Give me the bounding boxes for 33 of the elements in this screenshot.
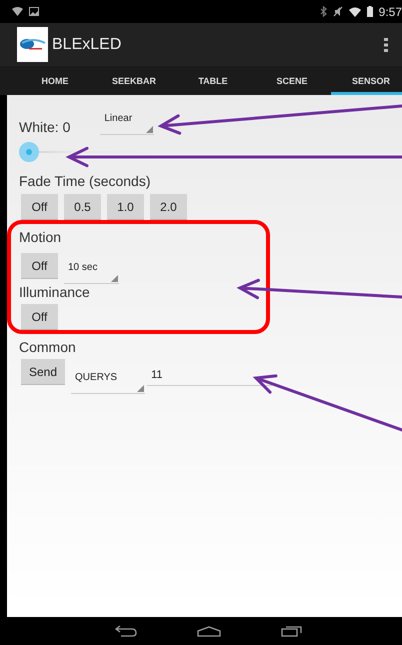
fade-button[interactable]: Off	[21, 194, 58, 220]
app-title: BLExLED	[52, 36, 122, 54]
tab[interactable]: SCENE	[252, 66, 332, 95]
tab[interactable]: TABLE	[173, 66, 253, 95]
back-icon[interactable]	[114, 625, 136, 637]
fade-button[interactable]: 0.5	[64, 194, 101, 220]
status-time: 9:57	[378, 4, 402, 18]
level-label: White: 0	[19, 119, 70, 135]
section-label: Illuminance	[19, 284, 90, 300]
tab[interactable]: HOME	[15, 66, 95, 95]
slider-thumb[interactable]	[19, 142, 39, 162]
bluetooth-icon	[320, 6, 327, 17]
battery-icon	[366, 6, 373, 17]
mute-icon	[332, 6, 343, 17]
command-dropdown[interactable]: QUERYS	[71, 365, 146, 394]
home-icon[interactable]	[196, 626, 220, 636]
fade-button[interactable]: 1.0	[107, 194, 144, 220]
mode-dropdown[interactable]: Linear	[100, 109, 154, 135]
wifi-icon	[348, 6, 361, 16]
section-label: Fade Time (seconds)	[19, 173, 150, 189]
section-label: Common	[19, 339, 76, 355]
tab[interactable]: SEEKBAR	[94, 66, 174, 95]
section-label: Motion	[19, 229, 62, 245]
off-button[interactable]: Off	[21, 304, 58, 330]
fade-button[interactable]: 2.0	[150, 194, 187, 220]
value-field[interactable]: 11	[147, 367, 272, 386]
off-button[interactable]: Off	[21, 253, 58, 279]
recent-apps-icon[interactable]	[280, 625, 302, 637]
wifi-icon	[12, 7, 23, 16]
overflow-menu-icon[interactable]	[384, 38, 388, 52]
interval-dropdown[interactable]: 10 sec	[64, 258, 120, 284]
image-icon	[29, 7, 39, 16]
send-button[interactable]: Send	[21, 359, 66, 385]
